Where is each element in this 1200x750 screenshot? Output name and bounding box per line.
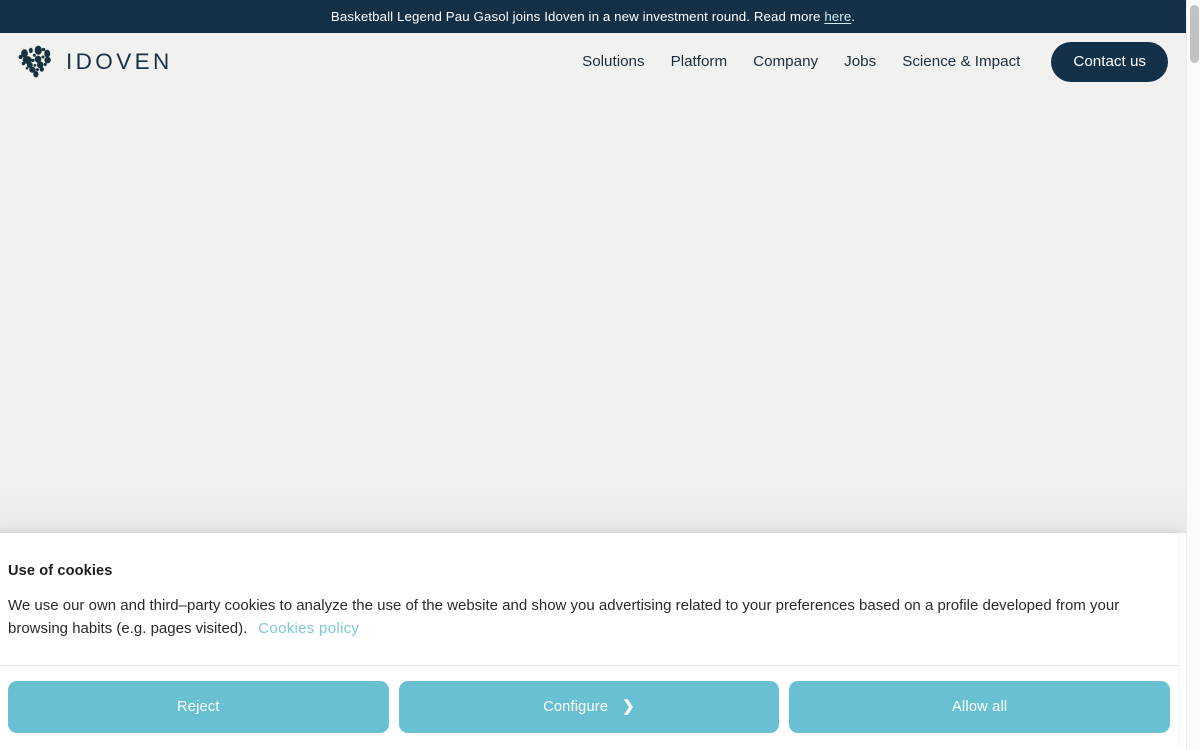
site-header: IDOVEN Solutions Platform Company Jobs S… bbox=[0, 33, 1186, 91]
browser-viewport: Basketball Legend Pau Gasol joins Idoven… bbox=[0, 0, 1200, 750]
brand-logo[interactable]: IDOVEN bbox=[16, 40, 173, 84]
main-navigation: Solutions Platform Company Jobs Science … bbox=[574, 41, 1168, 83]
cookie-description-text: We use our own and third–party cookies t… bbox=[8, 597, 1120, 637]
cookie-banner-title: Use of cookies bbox=[8, 563, 113, 579]
configure-cookies-button[interactable]: Configure ❯ bbox=[398, 681, 780, 733]
vertical-scrollbar-thumb[interactable] bbox=[1190, 5, 1199, 63]
announcement-here-link[interactable]: here bbox=[824, 9, 851, 24]
allow-all-cookies-button[interactable]: Allow all bbox=[789, 681, 1171, 733]
announcement-text-after: . bbox=[851, 9, 856, 24]
heart-dots-logo-icon bbox=[18, 45, 51, 78]
cookies-policy-link[interactable]: Cookies policy bbox=[258, 620, 359, 637]
cookie-banner-description: We use our own and third–party cookies t… bbox=[8, 594, 1166, 640]
announcement-bar: Basketball Legend Pau Gasol joins Idoven… bbox=[0, 0, 1186, 33]
nav-item-jobs[interactable]: Jobs bbox=[831, 54, 889, 69]
vertical-scrollbar-track[interactable] bbox=[1186, 0, 1200, 750]
configure-button-label: Configure bbox=[543, 699, 609, 715]
cookie-banner-actions: Reject Configure ❯ Allow all bbox=[0, 681, 1178, 733]
page-content: Basketball Legend Pau Gasol joins Idoven… bbox=[0, 0, 1186, 750]
brand-name: IDOVEN bbox=[66, 49, 173, 75]
reject-cookies-button[interactable]: Reject bbox=[8, 681, 389, 733]
reject-button-label: Reject bbox=[177, 699, 220, 715]
cookie-banner-body: Use of cookies We use our own and third–… bbox=[0, 533, 1178, 640]
contact-us-button[interactable]: Contact us bbox=[1051, 41, 1168, 83]
page-body-empty-area bbox=[0, 91, 1186, 533]
chevron-right-icon: ❯ bbox=[622, 697, 635, 715]
announcement-text-before: Basketball Legend Pau Gasol joins Idoven… bbox=[330, 9, 825, 24]
announcement-text: Basketball Legend Pau Gasol joins Idoven… bbox=[331, 9, 855, 24]
nav-item-company[interactable]: Company bbox=[740, 54, 831, 69]
allow-all-button-label: Allow all bbox=[952, 699, 1008, 715]
cookie-consent-banner: Use of cookies We use our own and third–… bbox=[0, 533, 1178, 750]
nav-item-science-and-impact[interactable]: Science & Impact bbox=[889, 54, 1033, 69]
nav-item-solutions[interactable]: Solutions bbox=[574, 54, 657, 69]
cookie-banner-divider bbox=[0, 665, 1178, 666]
nav-item-platform[interactable]: Platform bbox=[658, 54, 741, 69]
